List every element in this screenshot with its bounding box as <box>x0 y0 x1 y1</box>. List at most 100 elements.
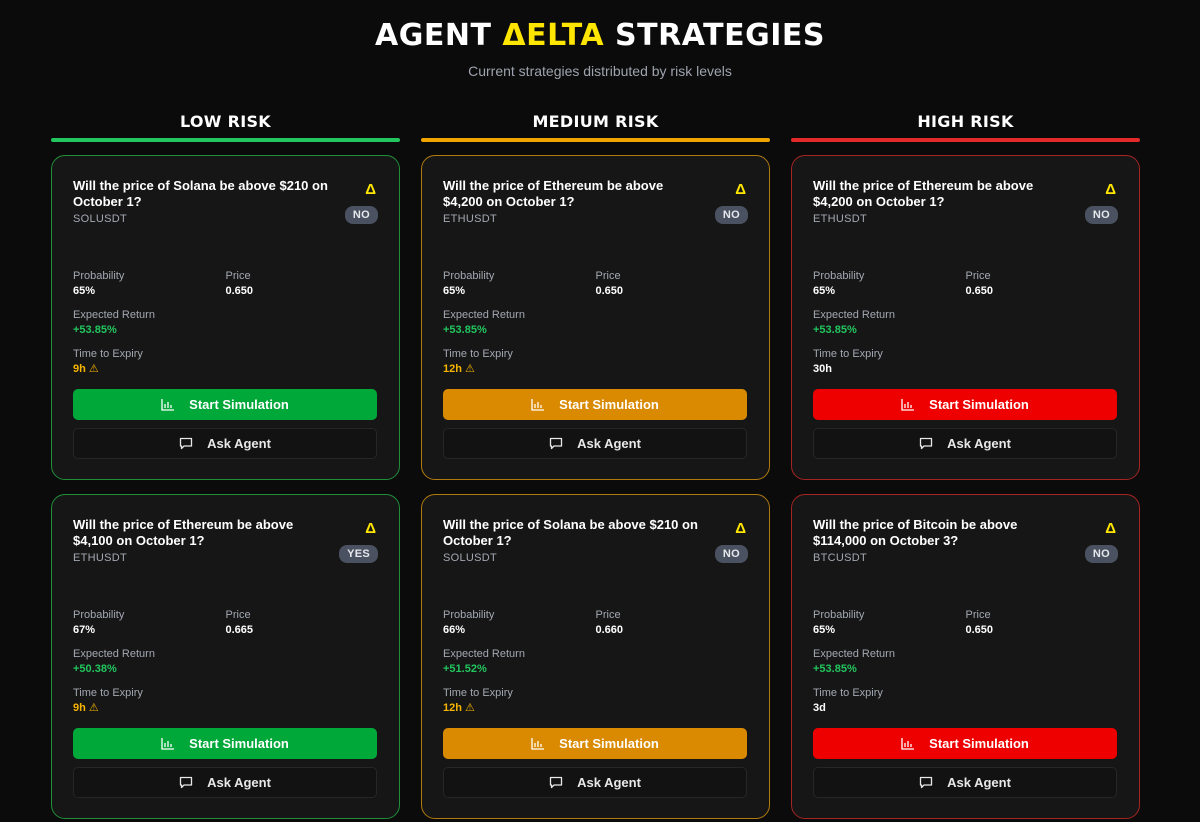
probability-stat: Probability 65% <box>813 270 966 299</box>
strategy-symbol: ETHUSDT <box>73 552 128 564</box>
ask-agent-label: Ask Agent <box>207 436 271 451</box>
price-label: Price <box>965 270 991 282</box>
probability-value: 65% <box>73 285 96 297</box>
page-header: AGENT ΔELTA STRATEGIES Current strategie… <box>0 0 1200 100</box>
risk-columns: LOW RISK Will the price of Solana be abo… <box>51 112 1140 819</box>
expiry-value: 3d <box>813 702 826 714</box>
ask-agent-button[interactable]: Ask Agent <box>443 767 747 798</box>
expected-return-value: +53.85% <box>813 324 857 336</box>
probability-label: Probability <box>443 270 495 282</box>
ask-agent-label: Ask Agent <box>577 436 641 451</box>
expected-return-stat: Expected Return +53.85% <box>73 309 230 338</box>
price-label: Price <box>595 270 621 282</box>
start-simulation-label: Start Simulation <box>559 736 659 751</box>
expected-return-label: Expected Return <box>443 648 525 660</box>
start-simulation-label: Start Simulation <box>929 397 1029 412</box>
probability-stat: Probability 65% <box>443 270 596 299</box>
price-value: 0.660 <box>595 624 624 636</box>
expiry-label: Time to Expiry <box>73 348 143 360</box>
price-stat: Price 0.650 <box>966 270 1119 299</box>
price-label: Price <box>225 270 251 282</box>
expiry-stat: Time to Expiry 30h <box>813 348 970 377</box>
probability-label: Probability <box>443 609 495 621</box>
chat-bubble-icon <box>179 437 193 450</box>
price-stat: Price 0.650 <box>226 270 379 299</box>
outcome-badge: NO <box>714 545 748 563</box>
column-header: MEDIUM RISK <box>421 112 770 142</box>
start-simulation-button[interactable]: Start Simulation <box>73 728 377 759</box>
expiry-label: Time to Expiry <box>813 348 883 360</box>
price-stat: Price 0.650 <box>596 270 749 299</box>
probability-label: Probability <box>813 270 865 282</box>
ask-agent-button[interactable]: Ask Agent <box>73 428 377 459</box>
delta-icon: Δ <box>365 181 376 198</box>
start-simulation-button[interactable]: Start Simulation <box>813 389 1117 420</box>
strategy-question: Will the price of Ethereum be above $4,1… <box>73 517 294 548</box>
outcome-badge: NO <box>714 206 748 224</box>
ask-agent-button[interactable]: Ask Agent <box>813 428 1117 459</box>
expiry-value: 30h <box>813 363 832 375</box>
start-simulation-button[interactable]: Start Simulation <box>73 389 377 420</box>
price-value: 0.650 <box>965 624 994 636</box>
strategy-card: Will the price of Solana be above $210 o… <box>51 155 400 480</box>
start-simulation-label: Start Simulation <box>929 736 1029 751</box>
column-title: HIGH RISK <box>917 112 1014 131</box>
ask-agent-button[interactable]: Ask Agent <box>813 767 1117 798</box>
price-value: 0.650 <box>225 285 254 297</box>
expiry-stat: Time to Expiry 9h ⚠ <box>73 687 230 716</box>
price-stat: Price 0.650 <box>966 609 1119 638</box>
chat-bubble-icon <box>549 776 563 789</box>
bar-chart-icon <box>161 398 175 411</box>
start-simulation-button[interactable]: Start Simulation <box>443 728 747 759</box>
bar-chart-icon <box>901 398 915 411</box>
start-simulation-button[interactable]: Start Simulation <box>813 728 1117 759</box>
expected-return-label: Expected Return <box>73 309 155 321</box>
title-suffix: STRATEGIES <box>604 18 825 53</box>
strategy-question: Will the price of Solana be above $210 o… <box>73 178 328 209</box>
expiry-label: Time to Expiry <box>443 687 513 699</box>
chat-bubble-icon <box>549 437 563 450</box>
ask-agent-button[interactable]: Ask Agent <box>443 428 747 459</box>
expiry-value: 12h ⚠ <box>443 701 600 716</box>
expected-return-stat: Expected Return +53.85% <box>443 309 600 338</box>
title-accent: ΔELTA <box>502 18 605 53</box>
price-value: 0.650 <box>965 285 994 297</box>
expiry-text: 9h <box>73 363 86 375</box>
strategy-card: Will the price of Ethereum be above $4,2… <box>421 155 770 480</box>
strategy-stats: Probability 67% Price 0.665 Expected Ret… <box>73 609 378 716</box>
strategy-stats: Probability 65% Price 0.650 Expected Ret… <box>73 270 378 377</box>
expiry-label: Time to Expiry <box>443 348 513 360</box>
strategy-card: Will the price of Ethereum be above $4,2… <box>791 155 1140 480</box>
expected-return-stat: Expected Return +50.38% <box>73 648 230 677</box>
price-stat: Price 0.660 <box>596 609 749 638</box>
expiry-label: Time to Expiry <box>813 687 883 699</box>
delta-icon: Δ <box>1105 181 1116 198</box>
bar-chart-icon <box>901 737 915 750</box>
expected-return-stat: Expected Return +53.85% <box>813 648 970 677</box>
start-simulation-button[interactable]: Start Simulation <box>443 389 747 420</box>
ask-agent-button[interactable]: Ask Agent <box>73 767 377 798</box>
expected-return-value: +50.38% <box>73 663 117 675</box>
column-accent-bar <box>421 138 770 142</box>
bar-chart-icon <box>531 398 545 411</box>
expiry-stat: Time to Expiry 9h ⚠ <box>73 348 230 377</box>
expiry-label: Time to Expiry <box>73 687 143 699</box>
expected-return-value: +51.52% <box>443 663 487 675</box>
expiry-text: 9h <box>73 702 86 714</box>
strategy-symbol: SOLUSDT <box>443 552 498 564</box>
probability-stat: Probability 66% <box>443 609 596 638</box>
price-label: Price <box>595 609 621 621</box>
probability-label: Probability <box>813 609 865 621</box>
column-accent-bar <box>51 138 400 142</box>
warning-icon: ⚠ <box>465 702 475 714</box>
probability-value: 66% <box>443 624 466 636</box>
strategy-symbol: SOLUSDT <box>73 213 128 225</box>
expected-return-stat: Expected Return +51.52% <box>443 648 600 677</box>
strategy-stats: Probability 66% Price 0.660 Expected Ret… <box>443 609 748 716</box>
strategy-symbol: BTCUSDT <box>813 552 868 564</box>
expiry-stat: Time to Expiry 12h ⚠ <box>443 348 600 377</box>
price-stat: Price 0.665 <box>226 609 379 638</box>
column-header: HIGH RISK <box>791 112 1140 142</box>
column-low-risk: LOW RISK Will the price of Solana be abo… <box>51 112 400 819</box>
expected-return-label: Expected Return <box>813 648 895 660</box>
